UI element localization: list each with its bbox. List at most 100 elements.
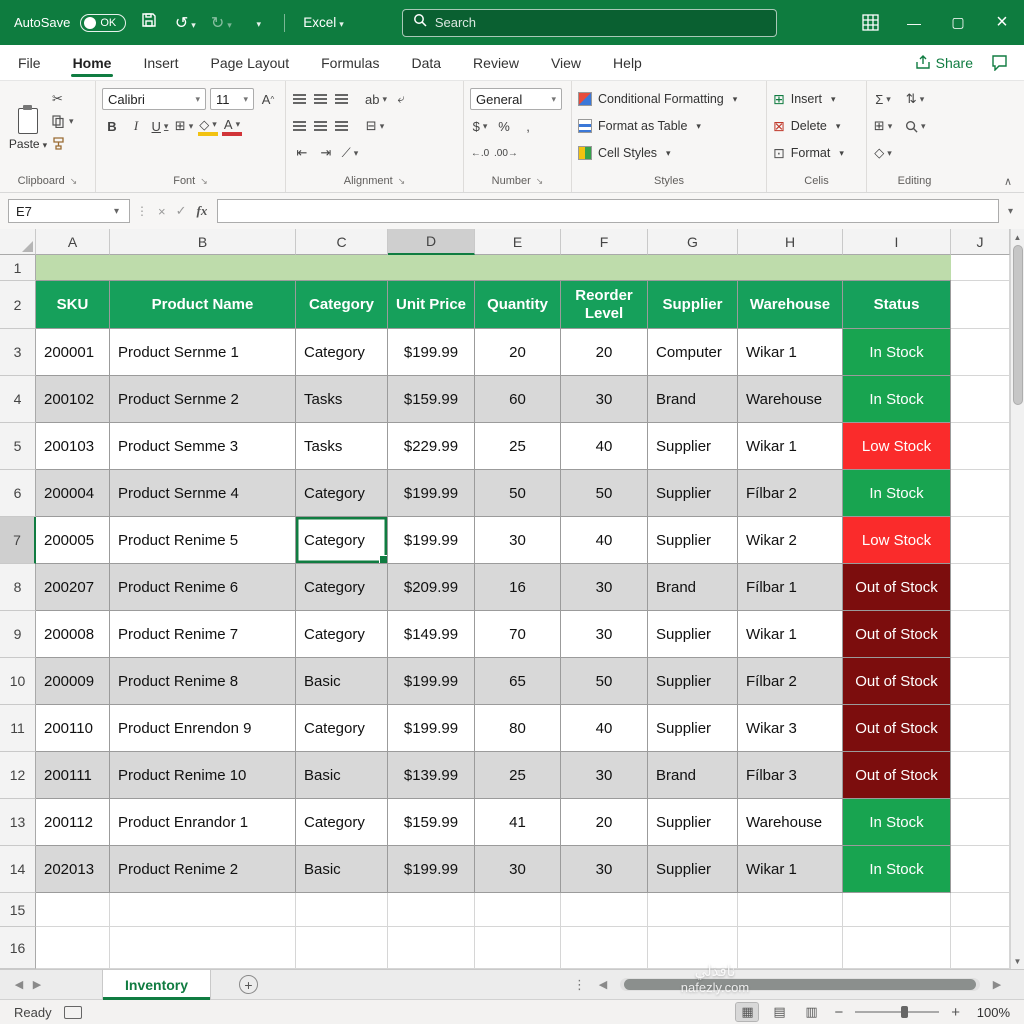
- cell-J1[interactable]: [951, 255, 1010, 281]
- normal-view-icon[interactable]: ▦: [735, 1002, 760, 1022]
- cell-H16[interactable]: [738, 927, 843, 969]
- zoom-slider-thumb[interactable]: [901, 1006, 909, 1018]
- cell-A14[interactable]: 202013: [36, 846, 110, 893]
- cell-A5[interactable]: 200103: [36, 423, 110, 470]
- cell-A7[interactable]: 200005: [36, 517, 110, 564]
- bold-button[interactable]: B: [102, 116, 122, 136]
- customize-toolbar-icon[interactable]: ▾: [244, 14, 270, 32]
- cell-G10[interactable]: Supplier: [648, 658, 738, 705]
- cell-D15[interactable]: [388, 893, 475, 927]
- cell-C3[interactable]: Category: [296, 329, 388, 376]
- cell-C6[interactable]: Category: [296, 470, 388, 517]
- cell-E11[interactable]: 80: [475, 705, 561, 752]
- row-header-14[interactable]: 14: [0, 846, 36, 893]
- number-dialog-launcher-icon[interactable]: ↘: [536, 176, 544, 187]
- cell-F7[interactable]: 40: [561, 517, 648, 564]
- cell-C4[interactable]: Tasks: [296, 376, 388, 423]
- header-cell-supplier[interactable]: Supplier: [648, 281, 738, 329]
- row-header-15[interactable]: 15: [0, 893, 36, 927]
- cell-B15[interactable]: [110, 893, 296, 927]
- cell-B6[interactable]: Product Sernme 4: [110, 470, 296, 517]
- row-header-2[interactable]: 2: [0, 281, 36, 329]
- apps-grid-icon[interactable]: [848, 0, 892, 45]
- cell-J13[interactable]: [951, 799, 1010, 846]
- cell-D12[interactable]: $139.99: [388, 752, 475, 799]
- formula-input[interactable]: [217, 199, 999, 223]
- column-header-E[interactable]: E: [475, 229, 561, 255]
- align-left-icon[interactable]: [293, 121, 306, 123]
- vertical-scrollbar-thumb[interactable]: [1012, 245, 1023, 405]
- cell-J8[interactable]: [951, 564, 1010, 611]
- cell-A15[interactable]: [36, 893, 110, 927]
- cell-C15[interactable]: [296, 893, 388, 927]
- text-direction-icon[interactable]: ⟋ ▾: [340, 143, 360, 163]
- cell-G12[interactable]: Brand: [648, 752, 738, 799]
- insert-function-icon[interactable]: fx: [197, 203, 208, 219]
- comma-style-icon[interactable]: ,: [518, 116, 538, 136]
- currency-icon[interactable]: $ ▾: [470, 116, 490, 136]
- autosave-toggle[interactable]: OK: [80, 13, 127, 32]
- cell-H4[interactable]: Warehouse: [738, 376, 843, 423]
- cell-A13[interactable]: 200112: [36, 799, 110, 846]
- row-header-7[interactable]: 7: [0, 517, 36, 564]
- font-dialog-launcher-icon[interactable]: ↘: [200, 176, 208, 187]
- cell-I12[interactable]: Out of Stock: [843, 752, 951, 799]
- app-name[interactable]: Excel ▾: [303, 15, 344, 30]
- prev-sheet-icon[interactable]: ◀: [10, 978, 28, 991]
- tab-page-layout[interactable]: Page Layout: [208, 47, 291, 79]
- cell-B11[interactable]: Product Enrendon 9: [110, 705, 296, 752]
- alignment-dialog-launcher-icon[interactable]: ↘: [398, 176, 406, 187]
- cell-C11[interactable]: Category: [296, 705, 388, 752]
- page-layout-view-icon[interactable]: ▤: [768, 1003, 790, 1021]
- zoom-out-icon[interactable]: −: [832, 1004, 845, 1021]
- cell-I11[interactable]: Out of Stock: [843, 705, 951, 752]
- cell-C5[interactable]: Tasks: [296, 423, 388, 470]
- column-header-A[interactable]: A: [36, 229, 110, 255]
- zoom-in-icon[interactable]: +: [949, 1004, 962, 1021]
- autosum-button[interactable]: Σ ▾: [873, 89, 893, 109]
- cell-C16[interactable]: [296, 927, 388, 969]
- cell-D11[interactable]: $199.99: [388, 705, 475, 752]
- row-header-1[interactable]: 1: [0, 255, 36, 281]
- cell-J16[interactable]: [951, 927, 1010, 969]
- cell-A12[interactable]: 200111: [36, 752, 110, 799]
- cell-A16[interactable]: [36, 927, 110, 969]
- tab-formulas[interactable]: Formulas: [319, 47, 381, 79]
- cell-B10[interactable]: Product Renime 8: [110, 658, 296, 705]
- cell-G7[interactable]: Supplier: [648, 517, 738, 564]
- cell-C9[interactable]: Category: [296, 611, 388, 658]
- cell-A4[interactable]: 200102: [36, 376, 110, 423]
- cell-F13[interactable]: 20: [561, 799, 648, 846]
- cell-I9[interactable]: Out of Stock: [843, 611, 951, 658]
- cell-J7[interactable]: [951, 517, 1010, 564]
- cell-J4[interactable]: [951, 376, 1010, 423]
- zoom-level[interactable]: 100%: [972, 1005, 1010, 1020]
- cell-H11[interactable]: Wikar 3: [738, 705, 843, 752]
- cell-E8[interactable]: 16: [475, 564, 561, 611]
- cell-H12[interactable]: Fílbar 3: [738, 752, 843, 799]
- format-as-table-button[interactable]: Format as Table ▾: [578, 114, 760, 138]
- cell-C12[interactable]: Basic: [296, 752, 388, 799]
- cell-J11[interactable]: [951, 705, 1010, 752]
- horizontal-scrollbar[interactable]: [620, 978, 980, 991]
- sheet-tab-inventory[interactable]: Inventory: [102, 969, 212, 1000]
- cell-B16[interactable]: [110, 927, 296, 969]
- cell-F15[interactable]: [561, 893, 648, 927]
- format-cells-button[interactable]: ⊡ Format ▾: [773, 141, 860, 165]
- row-header-6[interactable]: 6: [0, 470, 36, 517]
- cell-J2[interactable]: [951, 281, 1010, 329]
- cell-G4[interactable]: Brand: [648, 376, 738, 423]
- paste-button[interactable]: Paste ▾: [6, 87, 50, 170]
- borders-icon[interactable]: ⊞ ▾: [174, 116, 194, 136]
- cell-I10[interactable]: Out of Stock: [843, 658, 951, 705]
- expand-formula-bar-icon[interactable]: ▾: [1005, 206, 1016, 217]
- cell-G3[interactable]: Computer: [648, 329, 738, 376]
- cell-H15[interactable]: [738, 893, 843, 927]
- cell-G13[interactable]: Supplier: [648, 799, 738, 846]
- header-cell-status[interactable]: Status: [843, 281, 951, 329]
- cell-G16[interactable]: [648, 927, 738, 969]
- align-center-icon[interactable]: [314, 121, 327, 123]
- column-header-F[interactable]: F: [561, 229, 648, 255]
- keyboard-icon[interactable]: [63, 1005, 82, 1019]
- find-select-icon[interactable]: ▾: [905, 116, 926, 136]
